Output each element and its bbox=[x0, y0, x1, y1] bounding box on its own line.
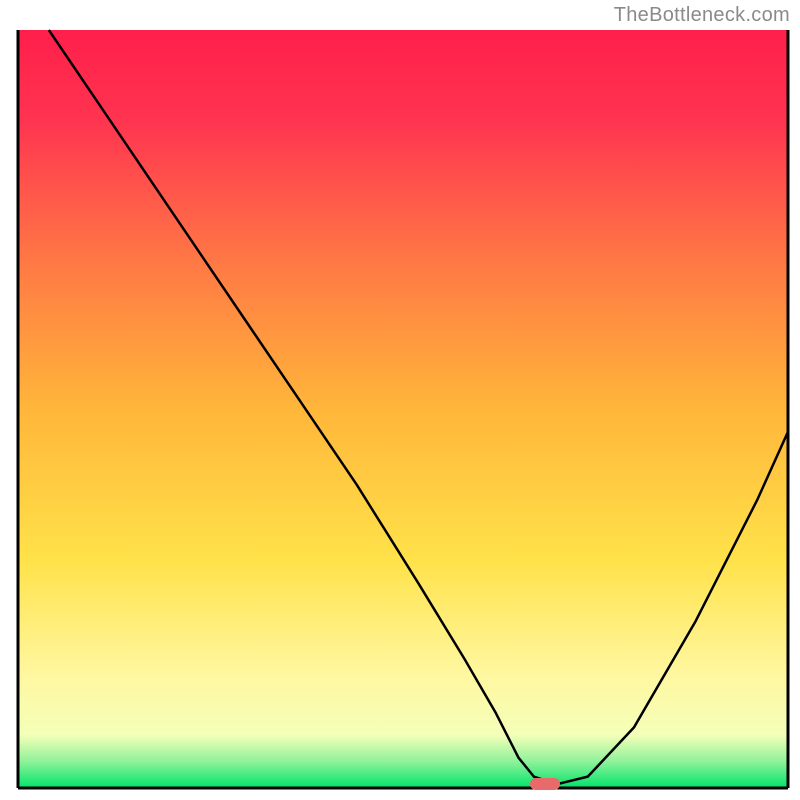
watermark-text: TheBottleneck.com bbox=[614, 4, 790, 27]
chart-container: TheBottleneck.com bbox=[0, 0, 800, 800]
bottleneck-chart bbox=[0, 0, 800, 800]
gradient-background bbox=[18, 30, 788, 788]
plot-area bbox=[18, 30, 788, 790]
optimal-point-marker bbox=[530, 778, 560, 790]
